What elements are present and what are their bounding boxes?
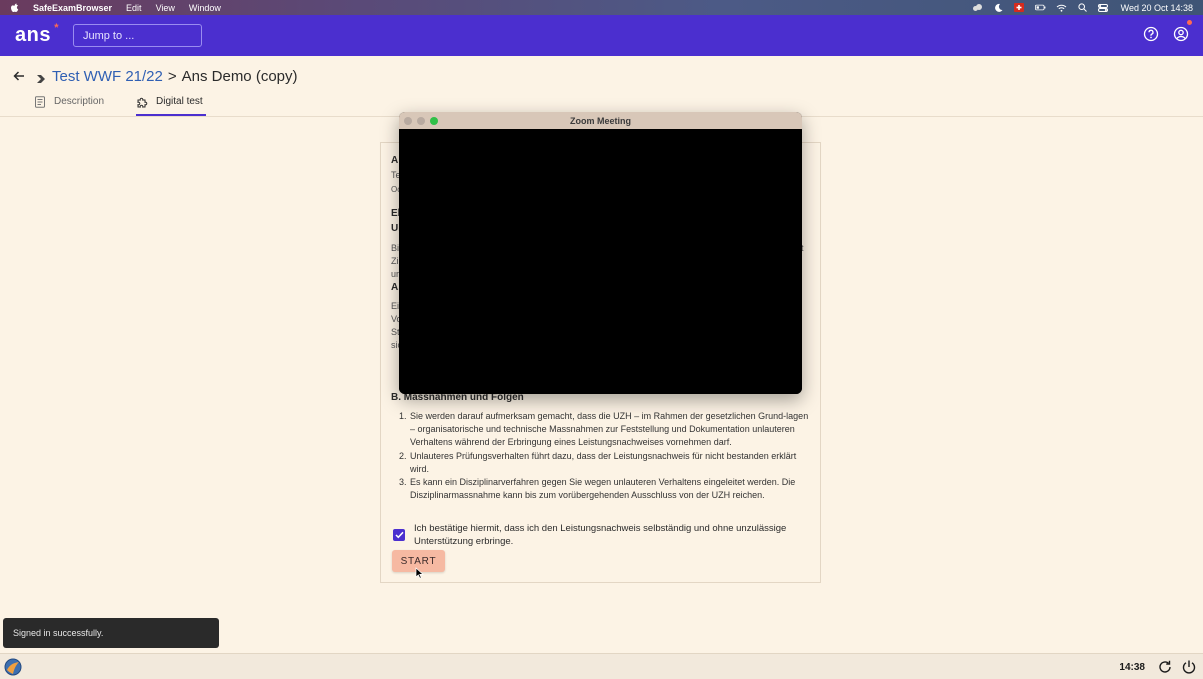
list-item: 1. Sie werden darauf aufmerksam gemacht,…: [399, 410, 811, 450]
zoom-titlebar[interactable]: Zoom Meeting: [399, 112, 802, 129]
safe-exam-browser-icon[interactable]: [4, 658, 22, 676]
moon-icon[interactable]: [993, 3, 1004, 12]
apple-icon[interactable]: [10, 3, 20, 13]
breadcrumb-parent-link[interactable]: Test WWF 21/22: [52, 68, 163, 85]
reload-icon[interactable]: [1157, 659, 1173, 675]
macos-menu-bar: SafeExamBrowser Edit View Window Wed 20 …: [0, 0, 1203, 15]
list-number: 2.: [399, 450, 407, 461]
taskbar-clock: 14:38: [1119, 662, 1145, 673]
logo-mark: *: [54, 22, 59, 34]
menu-edit[interactable]: Edit: [126, 3, 142, 13]
creative-cloud-icon[interactable]: [972, 3, 983, 12]
peek-text-ei: Ei: [391, 301, 400, 311]
battery-icon[interactable]: [1034, 3, 1046, 12]
confirmation-row: Ich bestätige hiermit, dass ich den Leis…: [393, 522, 803, 548]
spotlight-search-icon[interactable]: [1077, 3, 1088, 12]
logo-text: ans: [15, 24, 51, 46]
breadcrumb-separator: >: [167, 67, 177, 85]
breadcrumb-current: Ans Demo (copy): [181, 67, 298, 85]
mouse-cursor-icon: [415, 566, 424, 579]
breadcrumb: Test WWF 21/22 > Ans Demo (copy): [12, 66, 298, 86]
toast-notification: Signed in successfully.: [3, 618, 219, 648]
list-item-text: Unlauteres Prüfungsverhalten führt dazu,…: [410, 450, 797, 474]
swiss-flag-icon[interactable]: [1014, 3, 1025, 12]
zoom-video-area[interactable]: [399, 129, 802, 394]
menubar-clock[interactable]: Wed 20 Oct 14:38: [1121, 3, 1193, 13]
power-icon[interactable]: [1181, 659, 1197, 675]
list-item-text: Es kann ein Disziplinarverfahren gegen S…: [410, 477, 796, 501]
menu-window[interactable]: Window: [189, 3, 221, 13]
app-header: ans *: [0, 15, 1203, 56]
back-arrow-icon[interactable]: [12, 69, 26, 83]
confirm-label[interactable]: Ich bestätige hiermit, dass ich den Leis…: [414, 522, 803, 548]
consequences-list: 1. Sie werden darauf aufmerksam gemacht,…: [399, 410, 811, 502]
ans-logo[interactable]: ans *: [15, 22, 58, 47]
peek-heading-a: A: [391, 155, 399, 166]
wifi-icon[interactable]: [1056, 3, 1067, 12]
menu-view[interactable]: View: [156, 3, 175, 13]
seb-taskbar: 14:38: [0, 653, 1203, 679]
list-item: 2. Unlauteres Prüfungsverhalten führt da…: [399, 450, 811, 476]
peek-text-ur: ur: [391, 269, 400, 279]
tab-bar: Description Digital test: [34, 93, 203, 110]
list-item: 3. Es kann ein Disziplinarverfahren gege…: [399, 476, 811, 502]
checkmark-icon: [394, 531, 404, 539]
tab-digital-test-label: Digital test: [156, 96, 203, 107]
tab-description-label: Description: [54, 96, 105, 107]
list-number: 3.: [399, 477, 407, 488]
confirm-checkbox[interactable]: [393, 529, 405, 541]
control-center-icon[interactable]: [1098, 3, 1109, 12]
peek-text-bi: Bi: [391, 243, 400, 253]
help-icon[interactable]: [1143, 26, 1159, 42]
tab-digital-test[interactable]: Digital test: [136, 93, 203, 110]
notification-dot: [1187, 20, 1192, 25]
puzzle-icon: [136, 96, 148, 108]
chevron-right-icon: [36, 71, 46, 83]
menubar-app-name[interactable]: SafeExamBrowser: [33, 3, 112, 13]
list-item-text: Sie werden darauf aufmerksam gemacht, da…: [410, 411, 809, 448]
document-icon: [34, 95, 46, 108]
user-account-icon[interactable]: [1173, 20, 1192, 42]
zoom-window-title: Zoom Meeting: [570, 115, 631, 126]
toast-message: Signed in successfully.: [13, 628, 104, 638]
jump-to-input[interactable]: [72, 24, 202, 47]
zoom-meeting-window[interactable]: Zoom Meeting: [399, 112, 802, 394]
tab-description[interactable]: Description: [34, 93, 136, 110]
list-number: 1.: [399, 411, 407, 421]
peek-text-zi: Zi: [391, 256, 399, 266]
